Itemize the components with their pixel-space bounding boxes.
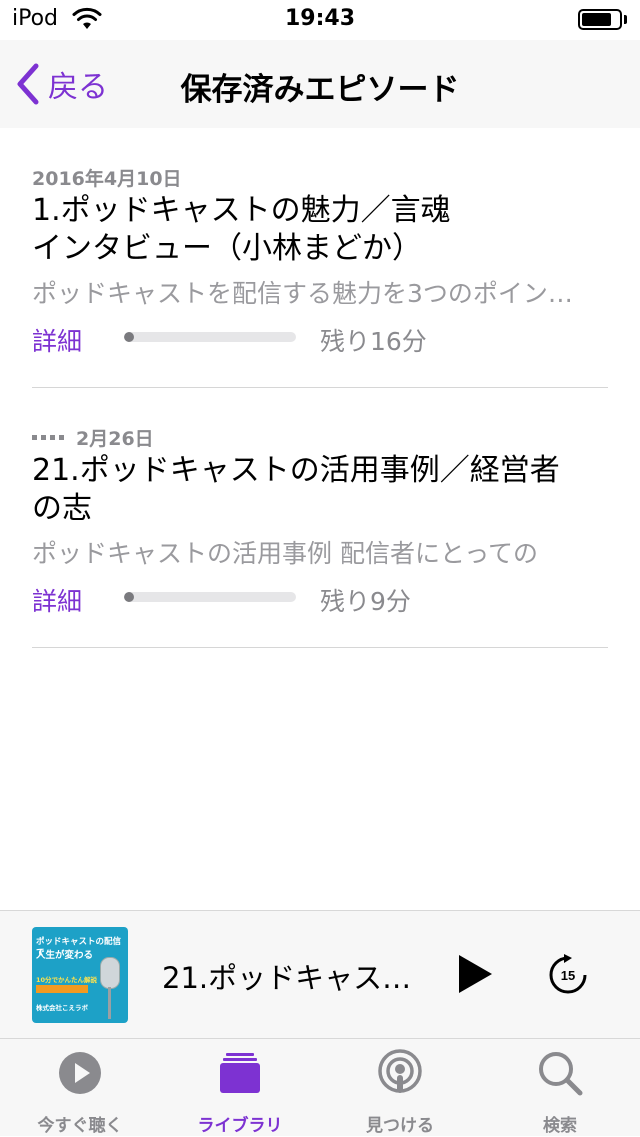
battery-level (582, 13, 611, 26)
library-icon (220, 1053, 260, 1093)
episode-progress-fill (124, 332, 134, 342)
tab-search[interactable]: 検索 (480, 1039, 640, 1137)
page-title: 保存済みエピソード (180, 72, 460, 108)
clock: 19:43 (284, 6, 356, 31)
episode-title-line: インタビュー（小林まどか） (32, 231, 422, 266)
episode-date: 2月26日 (32, 424, 154, 451)
episode-description: ポッドキャストを配信する魅力を3つのポイントで (32, 279, 592, 308)
search-icon (539, 1052, 583, 1096)
microphone-icon (100, 957, 120, 989)
tab-library[interactable]: ライブラリ (160, 1039, 320, 1137)
status-bar: iPod 19:43 (0, 0, 640, 40)
episode-title: 21.ポッドキャストの活用事例／経営者 の志 (32, 452, 592, 528)
episode-progress-bar (124, 332, 296, 342)
episode-progress-bar (124, 592, 296, 602)
episode-row[interactable]: 2月26日 21.ポッドキャストの活用事例／経営者 の志 ポッドキャストの活用事… (32, 388, 608, 648)
tab-listen-now[interactable]: 今すぐ聴く (0, 1039, 160, 1137)
episode-title-line: 1.ポッドキャストの魅力／言魂 (32, 193, 451, 228)
skip-forward-15-icon[interactable]: 15 (546, 953, 590, 997)
episode-detail-link[interactable]: 詳細 (32, 582, 82, 618)
artwork-pencil-graphic (36, 985, 88, 993)
episode-list: 2016年4月10日 1.ポッドキャストの魅力／言魂 インタビュー（小林まどか）… (0, 128, 640, 648)
podcast-artwork[interactable]: ポッドキャストの配信で 人生が変わる 10分でかんたん解説 株式会社こえラボ (32, 927, 128, 1023)
navigation-bar: 戻る 保存済みエピソード (0, 40, 640, 128)
tab-label: 見つける (366, 1116, 434, 1136)
play-icon[interactable] (456, 953, 494, 995)
episode-date: 2016年4月10日 (32, 164, 182, 191)
episode-title-line: の志 (32, 491, 92, 526)
tab-bar: 今すぐ聴く ライブラリ 見つける 検索 (0, 1038, 640, 1136)
now-playing-title[interactable]: 21.ポッドキャストの活用事例／経営者の志 (162, 955, 412, 997)
episode-row[interactable]: 2016年4月10日 1.ポッドキャストの魅力／言魂 インタビュー（小林まどか）… (32, 128, 608, 388)
episode-remaining-time: 残り16分 (320, 327, 427, 356)
mini-player[interactable]: ポッドキャストの配信で 人生が変わる 10分でかんたん解説 株式会社こえラボ 2… (0, 910, 640, 1038)
tab-label: 今すぐ聴く (37, 1116, 123, 1136)
artwork-text: 株式会社こえラボ (36, 1004, 88, 1012)
skip-seconds-label: 15 (561, 968, 575, 983)
unplayed-dots-icon (32, 435, 64, 440)
podcast-icon (378, 1049, 422, 1093)
tab-label: ライブラリ (197, 1116, 283, 1136)
battery-tip (624, 15, 627, 24)
battery-icon (578, 9, 622, 30)
episode-title-line: 21.ポッドキャストの活用事例／経営者 (32, 453, 560, 488)
episode-remaining-time: 残り9分 (320, 587, 411, 616)
episode-date-text: 2016年4月10日 (32, 168, 182, 190)
tab-label: 検索 (543, 1116, 577, 1136)
episode-title: 1.ポッドキャストの魅力／言魂 インタビュー（小林まどか） (32, 192, 592, 268)
tab-browse[interactable]: 見つける (320, 1039, 480, 1137)
episode-date-text: 2月26日 (76, 428, 154, 450)
play-circle-icon (59, 1052, 101, 1094)
episode-description: ポッドキャストの活用事例 配信者にとっての (32, 539, 538, 568)
episode-detail-link[interactable]: 詳細 (32, 322, 82, 358)
episode-progress-fill (124, 592, 134, 602)
